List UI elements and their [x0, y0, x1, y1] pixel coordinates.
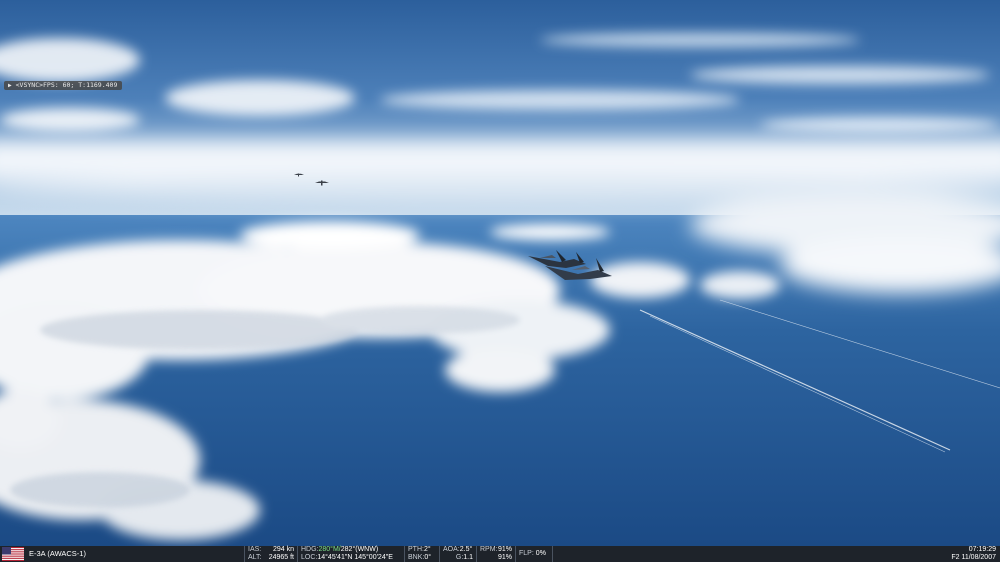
- g-label: G:: [455, 554, 464, 561]
- hdg-label: HDG:: [301, 546, 319, 553]
- hdg-value: 280°M/: [318, 546, 341, 553]
- clock-cell: 07:19:29 F2 11/08/2007: [948, 546, 1000, 562]
- status-spacer: [553, 546, 948, 562]
- rpm1-value: 91%: [497, 546, 512, 553]
- aoa-value: 2.5°: [459, 546, 473, 553]
- rpm-cell: RPM: 91% 91%: [477, 546, 516, 562]
- loc-value: 14°45'41"N 145°00'24"E: [317, 554, 393, 561]
- play-triangle-icon: ▶: [8, 82, 12, 89]
- hdg-true: 282°(WNW): [340, 546, 379, 553]
- flp-value: 0%: [535, 550, 546, 557]
- game-viewport: [0, 0, 1000, 546]
- aoa-g-cell: AOA: 2.5° G: 1.1: [440, 546, 477, 562]
- g-value: 1.1: [463, 554, 473, 561]
- ias-label: IAS:: [248, 546, 262, 553]
- ias-value: 294 kn: [272, 546, 294, 553]
- attitude-cell: PTH: 2° BNK: 0°: [405, 546, 440, 562]
- flaps-cell: FLP: 0%: [516, 546, 553, 562]
- bnk-value: 0°: [424, 554, 432, 561]
- heading-location-cell: HDG: 280°M/282°(WNW) LOC: 14°45'41"N 145°0…: [298, 546, 405, 562]
- clock-time: 07:19:29: [968, 546, 996, 553]
- pth-value: 2°: [423, 546, 431, 553]
- sky-scene: [0, 0, 1000, 546]
- flp-label: FLP:: [519, 550, 534, 557]
- speed-alt-cell: IAS: 294 kn ALT: 24965 ft: [245, 546, 298, 562]
- status-bar: E-3A (AWACS-1) IAS: 294 kn ALT: 24965 ft H…: [0, 546, 1000, 562]
- fps-counter: ▶ <VSYNC>FPS: 60; T:1169.409: [4, 81, 123, 90]
- alt-value: 24965 ft: [268, 554, 294, 561]
- alt-label: ALT:: [248, 554, 262, 561]
- rpm2-value: 91%: [497, 554, 512, 561]
- unit-name: E-3A (AWACS-1): [29, 549, 86, 558]
- rpm-label: RPM:: [480, 546, 498, 553]
- bnk-label: BNK:: [408, 554, 425, 561]
- unit-name-cell: E-3A (AWACS-1): [26, 546, 245, 562]
- pth-label: PTH:: [408, 546, 424, 553]
- us-flag-icon: [2, 547, 24, 561]
- clock-date: F2 11/08/2007: [951, 554, 996, 561]
- loc-label: LOC:: [301, 554, 318, 561]
- fps-text: <VSYNC>FPS: 60; T:1169.409: [15, 81, 118, 89]
- aoa-label: AOA:: [443, 546, 460, 553]
